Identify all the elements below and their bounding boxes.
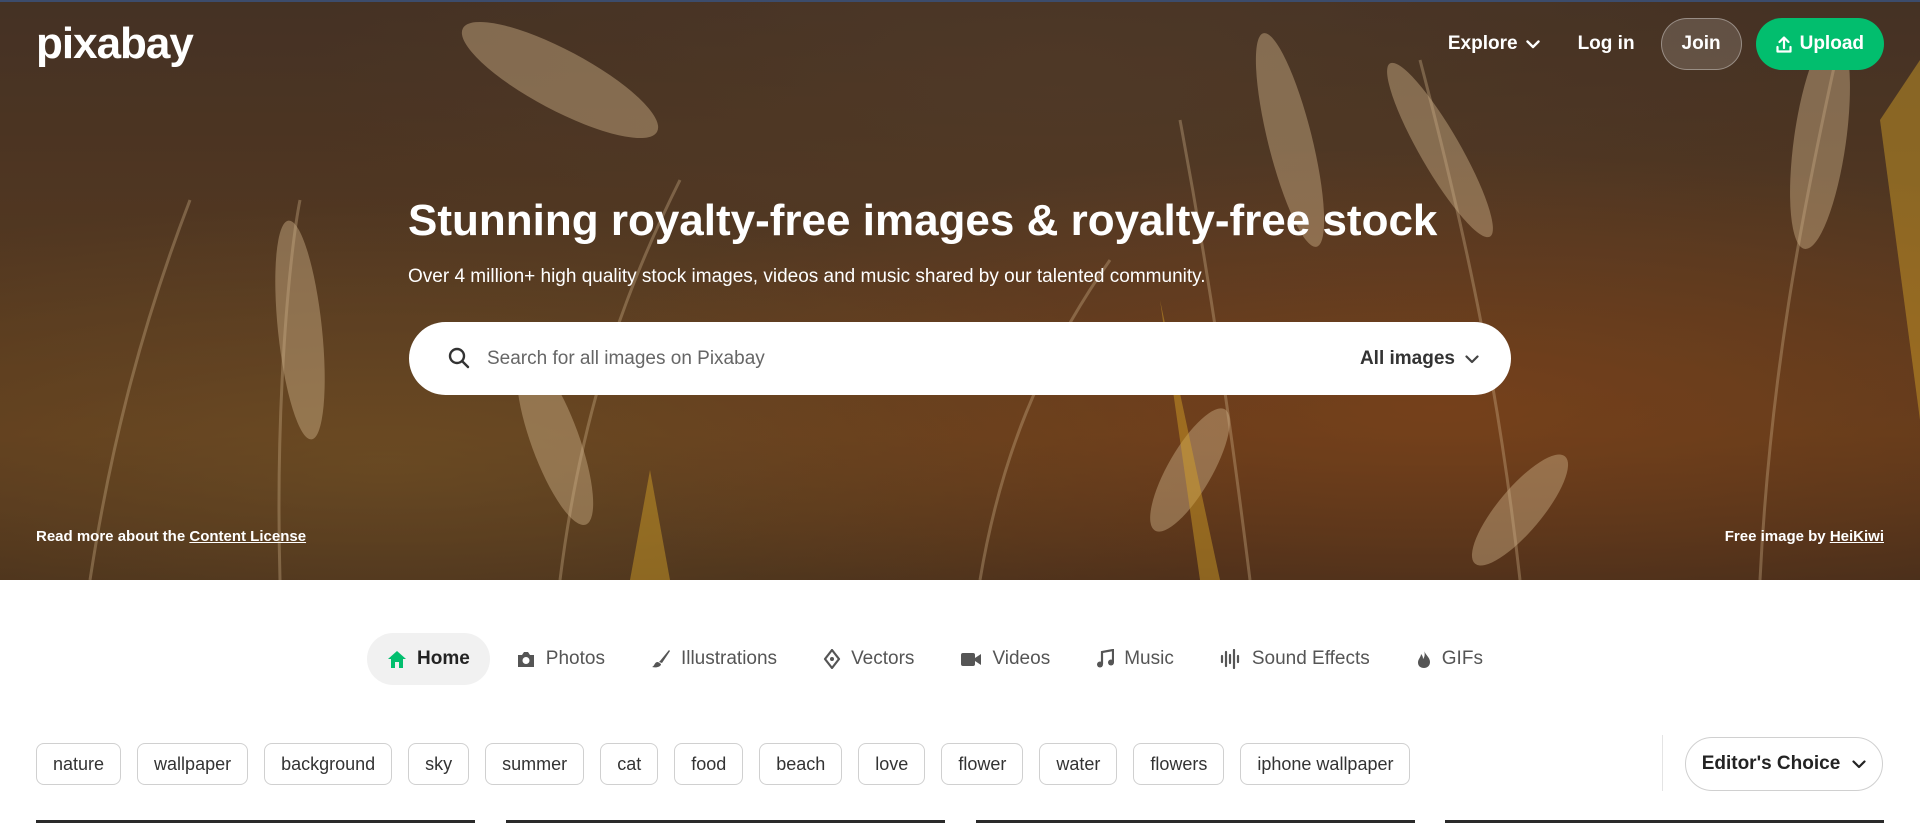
tag-chip[interactable]: food (674, 743, 744, 785)
explore-menu[interactable]: Explore (1436, 18, 1552, 70)
tag-chip[interactable]: wallpaper (137, 743, 249, 785)
tag-chip[interactable]: beach (759, 743, 843, 785)
tag-chip[interactable]: background (264, 743, 393, 785)
brush-icon (651, 650, 670, 668)
tab-label: Photos (545, 648, 605, 669)
image-credit: Free image by HeiKiwi (1725, 528, 1884, 545)
hero-banner (0, 0, 1920, 580)
pixabay-logo[interactable]: pixabay (36, 22, 194, 66)
tag-chip[interactable]: nature (36, 743, 122, 785)
video-camera-icon (961, 652, 982, 666)
tab-label: GIFs (1441, 648, 1483, 669)
flame-icon (1417, 650, 1430, 668)
tag-chip[interactable]: love (858, 743, 926, 785)
media-type-dropdown[interactable]: All images (1360, 342, 1479, 376)
hero-title: Stunning royalty-free images & royalty-f… (408, 196, 1438, 245)
camera-icon (517, 651, 534, 667)
home-icon (388, 650, 406, 668)
upload-button[interactable]: Upload (1755, 18, 1884, 70)
search-bar: All images (409, 322, 1511, 395)
explore-label: Explore (1447, 33, 1518, 54)
popular-tags: nature wallpaper background sky summer c… (36, 743, 1411, 785)
sort-dropdown[interactable]: Editor's Choice (1685, 737, 1883, 791)
tab-label: Illustrations (680, 648, 778, 669)
license-note: Read more about the Content License (36, 528, 306, 545)
tab-label: Sound Effects (1251, 648, 1370, 669)
tab-label: Music (1124, 648, 1174, 669)
tag-chip[interactable]: iphone wallpaper (1240, 743, 1411, 785)
tab-label: Home (417, 648, 470, 669)
tab-gifs[interactable]: GIFs (1396, 633, 1503, 685)
tag-chip[interactable]: cat (600, 743, 659, 785)
tab-vectors[interactable]: Vectors (803, 633, 934, 685)
tab-label: Videos (992, 648, 1051, 669)
license-prefix: Read more about the (36, 528, 186, 545)
media-type-label: All images (1359, 348, 1455, 369)
tab-label: Vectors (851, 648, 915, 669)
media-tabs: Home Photos Illustrations Vectors Videos… (367, 633, 1503, 685)
tab-photos[interactable]: Photos (496, 633, 625, 685)
tab-music[interactable]: Music (1076, 633, 1194, 685)
window-top-border (0, 0, 1920, 2)
tab-home[interactable]: Home (367, 633, 490, 685)
content-license-link[interactable]: Content License (189, 528, 306, 545)
tag-chip[interactable]: flowers (1133, 743, 1225, 785)
search-input[interactable] (487, 342, 1287, 376)
author-link[interactable]: HeiKiwi (1830, 528, 1884, 545)
music-note-icon (1097, 649, 1115, 668)
upload-label: Upload (1799, 33, 1864, 54)
tag-chip[interactable]: sky (408, 743, 470, 785)
hero-background-image (88, 21, 1920, 580)
tag-chip[interactable]: summer (485, 743, 585, 785)
sound-wave-icon (1220, 649, 1239, 669)
search-icon[interactable] (447, 346, 471, 370)
chevron-down-icon (1852, 759, 1866, 768)
toolbar-divider (1662, 735, 1663, 791)
tag-chip[interactable]: flower (941, 743, 1024, 785)
top-nav: Explore Log in Join Upload (1436, 18, 1884, 70)
upload-icon (1776, 35, 1792, 53)
chevron-down-icon (1525, 39, 1540, 48)
credit-prefix: Free image by (1724, 528, 1826, 545)
tab-videos[interactable]: Videos (940, 633, 1070, 685)
tab-sound-effects[interactable]: Sound Effects (1200, 633, 1390, 685)
tag-chip[interactable]: water (1039, 743, 1118, 785)
pen-nib-icon (823, 649, 841, 669)
join-button[interactable]: Join (1660, 18, 1742, 70)
sort-label: Editor's Choice (1701, 753, 1841, 774)
hero-subtitle: Over 4 million+ high quality stock image… (408, 266, 1206, 287)
chevron-down-icon (1465, 354, 1479, 363)
tab-illustrations[interactable]: Illustrations (631, 633, 797, 685)
login-link[interactable]: Log in (1566, 18, 1647, 70)
